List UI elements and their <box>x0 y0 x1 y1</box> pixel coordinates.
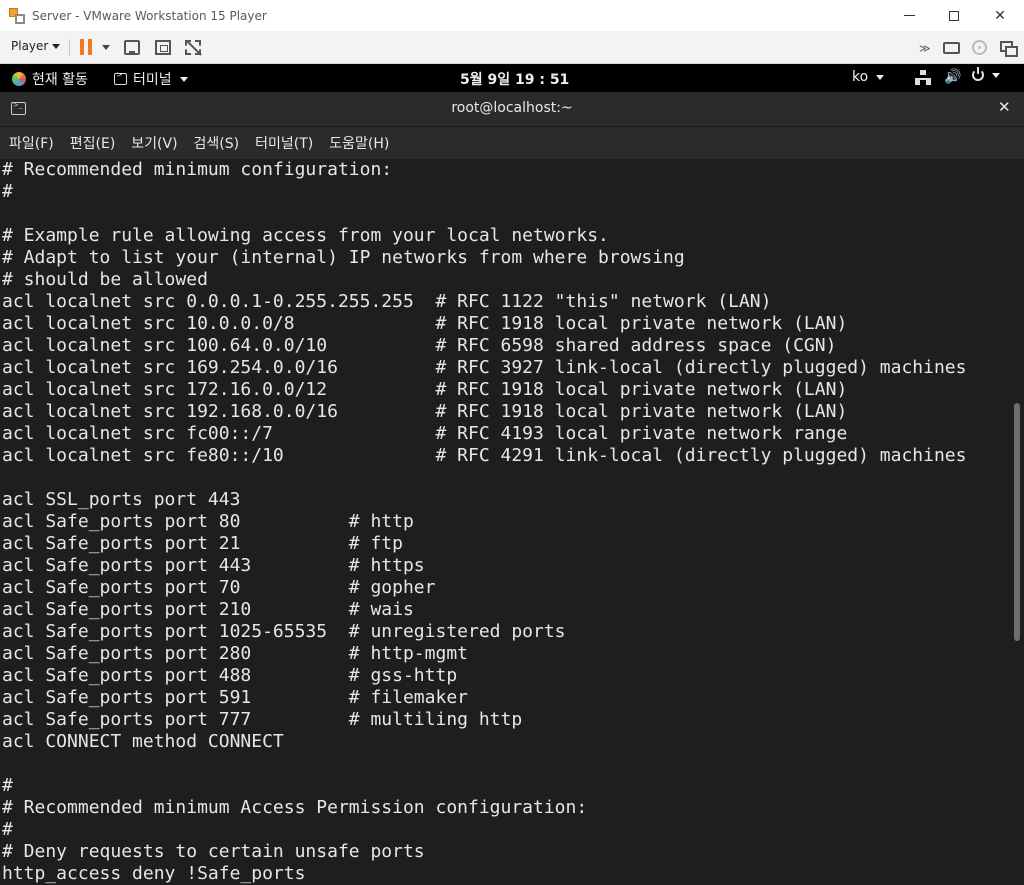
vmware-toolbar: Player ≫ <box>0 31 1024 64</box>
terminal-line: # <box>2 775 13 796</box>
menu-file[interactable]: 파일(F) <box>9 133 54 153</box>
power-icon <box>972 67 984 81</box>
scrollbar-thumb[interactable] <box>1014 403 1020 641</box>
minimize-button[interactable] <box>886 0 932 31</box>
menu-help[interactable]: 도움말(H) <box>329 133 389 153</box>
terminal-line: acl localnet src 100.64.0.0/10 # RFC 659… <box>2 335 837 356</box>
minimize-icon <box>903 15 915 16</box>
window-title: Server - VMware Workstation 15 Player <box>32 8 267 23</box>
terminal-line: acl Safe_ports port 488 # gss-http <box>2 665 458 686</box>
terminal-title: root@localhost:~ <box>451 100 573 116</box>
close-icon: ✕ <box>994 7 1006 24</box>
terminal-line: acl localnet src 0.0.0.1-0.255.255.255 #… <box>2 291 772 312</box>
unity-icon[interactable] <box>185 40 201 55</box>
terminal-line: acl Safe_ports port 21 # ftp <box>2 533 403 554</box>
terminal-line: acl Safe_ports port 1025-65535 # unregis… <box>2 621 566 642</box>
terminal-line: acl localnet src 10.0.0.0/8 # RFC 1918 l… <box>2 313 848 334</box>
terminal-line: http_access deny !Safe_ports <box>2 863 306 884</box>
terminal-line: # Recommended minimum configuration: <box>2 159 393 180</box>
terminal-line: acl Safe_ports port 80 # http <box>2 511 414 532</box>
terminal-line: acl Safe_ports port 443 # https <box>2 555 425 576</box>
menu-view[interactable]: 보기(V) <box>131 133 177 153</box>
terminal-line: # <box>2 819 13 840</box>
terminal-line: acl Safe_ports port 777 # multiling http <box>2 709 523 730</box>
terminal-icon <box>114 70 127 85</box>
terminal-menu-bar: 파일(F) 편집(E) 보기(V) 검색(S) 터미널(T) 도움말(H) <box>0 127 1024 159</box>
pause-icon[interactable] <box>80 39 93 55</box>
menu-search[interactable]: 검색(S) <box>194 133 240 153</box>
terminal-line: acl Safe_ports port 210 # wais <box>2 599 414 620</box>
chevron-down-icon <box>179 76 188 82</box>
app-menu-label: 터미널 <box>133 72 172 88</box>
close-icon: ✕ <box>998 98 1011 116</box>
close-button[interactable]: ✕ <box>977 0 1023 31</box>
power-menu-button[interactable] <box>972 67 1000 81</box>
network-icon[interactable] <box>1000 41 1018 57</box>
activities-label: 현재 활동 <box>32 72 88 88</box>
language-selector[interactable]: ko <box>852 69 885 85</box>
fullscreen-icon[interactable] <box>155 40 171 55</box>
menu-terminal[interactable]: 터미널(T) <box>255 133 313 153</box>
terminal-line: acl localnet src fe80::/10 # RFC 4291 li… <box>2 445 967 466</box>
terminal-line: acl localnet src fc00::/7 # RFC 4193 loc… <box>2 423 848 444</box>
terminal-line: # Deny requests to certain unsafe ports <box>2 841 425 862</box>
terminal-line: acl Safe_ports port 280 # http-mgmt <box>2 643 468 664</box>
menu-edit[interactable]: 편집(E) <box>70 133 116 153</box>
chevron-down-icon <box>992 72 1000 78</box>
clock[interactable]: 5월 9일 19 : 51 <box>460 69 569 89</box>
player-menu-button[interactable]: Player <box>11 39 61 53</box>
terminal-line: # Example rule allowing access from your… <box>2 225 609 246</box>
activities-button[interactable]: 현재 활동 <box>12 69 88 89</box>
vmware-logo-icon <box>9 7 25 24</box>
terminal-output[interactable]: # Recommended minimum configuration: # # E… <box>0 159 1012 885</box>
app-menu-button[interactable]: 터미널 <box>114 69 188 89</box>
chevron-down-icon <box>876 74 885 80</box>
terminal-line: # Recommended minimum Access Permission … <box>2 797 588 818</box>
terminal-line: acl Safe_ports port 70 # gopher <box>2 577 436 598</box>
pause-dropdown-icon[interactable] <box>102 45 110 50</box>
terminal-line: acl Safe_ports port 591 # filemaker <box>2 687 468 708</box>
vmware-title-bar: Server - VMware Workstation 15 Player ✕ <box>0 0 1024 31</box>
volume-icon[interactable]: 🔊 <box>944 69 961 85</box>
send-ctrl-alt-del-icon[interactable] <box>124 40 140 55</box>
terminal-line: acl CONNECT method CONNECT <box>2 731 284 752</box>
terminal-line: # <box>2 181 13 202</box>
maximize-icon <box>949 10 959 21</box>
chevron-down-icon <box>52 44 61 49</box>
terminal-line: acl localnet src 169.254.0.0/16 # RFC 39… <box>2 357 967 378</box>
terminal-line: acl localnet src 172.16.0.0/12 # RFC 191… <box>2 379 848 400</box>
network-status-icon[interactable] <box>915 70 931 85</box>
more-icon[interactable]: ≫ <box>919 42 931 55</box>
cd-icon[interactable] <box>972 40 987 55</box>
terminal-line: acl SSL_ports port 443 <box>2 489 241 510</box>
terminal-line: acl localnet src 192.168.0.0/16 # RFC 19… <box>2 401 848 422</box>
maximize-button[interactable] <box>931 0 977 31</box>
terminal-line: # Adapt to list your (internal) IP netwo… <box>2 247 685 268</box>
terminal-line: # should be allowed <box>2 269 208 290</box>
terminal-header-bar: root@localhost:~ ✕ <box>0 92 1024 127</box>
toolbar-divider <box>69 39 70 56</box>
activities-icon <box>12 72 26 86</box>
player-menu-label: Player <box>11 39 49 53</box>
disk-icon[interactable] <box>943 42 960 54</box>
language-label: ko <box>852 69 869 85</box>
gnome-top-bar: 현재 활동 터미널 5월 9일 19 : 51 ko 🔊 <box>0 64 1024 92</box>
terminal-close-button[interactable]: ✕ <box>998 98 1011 116</box>
